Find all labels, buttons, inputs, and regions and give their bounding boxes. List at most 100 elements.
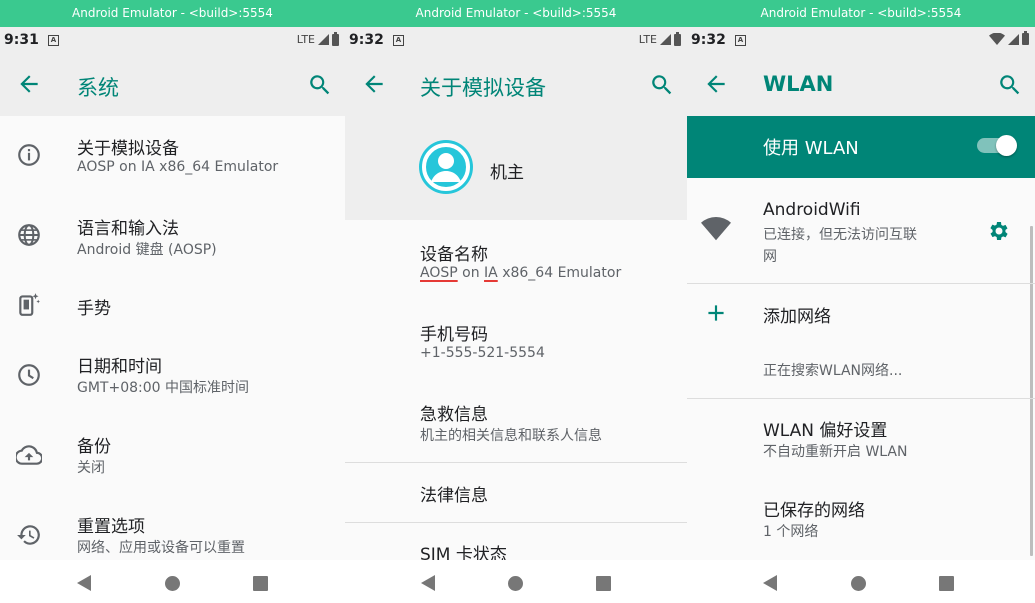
cell-signal-icon — [660, 34, 671, 45]
status-time: 9:32 — [349, 32, 384, 48]
wifi-status-icon — [989, 33, 1005, 45]
wlan-settings-panel: Android Emulator - <build>:5554 9:32 A W… — [687, 0, 1035, 603]
back-arrow-icon[interactable] — [703, 71, 729, 97]
item-title: SIM 卡状态 — [420, 545, 507, 560]
settings-item-about[interactable]: 关于模拟设备 AOSP on IA x86_64 Emulator — [0, 122, 345, 202]
item-title: 已保存的网络 — [763, 501, 865, 521]
item-subtitle: AOSP on IA x86_64 Emulator — [420, 265, 621, 281]
settings-item-reset[interactable]: 重置选项 网络、应用或设备可以重置 — [0, 502, 345, 560]
subtitle-part: on — [457, 265, 485, 281]
item-title: 手机号码 — [420, 325, 488, 345]
gesture-phone-icon — [19, 293, 41, 316]
cloud-upload-icon — [16, 445, 42, 465]
owner-name: 机主 — [490, 163, 524, 183]
item-subtitle: 不自动重新开启 WLAN — [763, 444, 908, 460]
item-title: 日期和时间 — [77, 357, 162, 377]
item-subtitle: Android 键盘 (AOSP) — [77, 242, 217, 258]
search-icon[interactable] — [649, 72, 675, 98]
nav-recents-icon[interactable] — [939, 576, 954, 591]
toggle-knob — [996, 135, 1017, 156]
wifi-signal-icon — [701, 217, 731, 241]
status-icons — [989, 31, 1029, 45]
status-bar: 9:32 A LTE — [345, 27, 687, 54]
emergency-info-item[interactable]: 急救信息 机主的相关信息和联系人信息 — [345, 388, 687, 458]
navigation-bar — [345, 560, 687, 603]
notification-a-icon: A — [393, 35, 404, 46]
system-settings-panel: Android Emulator - <build>:5554 9:31 A L… — [0, 0, 345, 603]
emulator-title: Android Emulator - <build>:5554 — [687, 0, 1035, 27]
emulator-title: Android Emulator - <build>:5554 — [0, 0, 345, 27]
status-time: 9:31 — [4, 32, 39, 48]
app-bar: 系统 — [0, 54, 345, 116]
restore-icon — [17, 525, 40, 545]
sim-status-item[interactable]: SIM 卡状态 — [345, 523, 687, 560]
item-subtitle: AOSP on IA x86_64 Emulator — [77, 159, 279, 175]
owner-profile[interactable]: 机主 — [345, 116, 687, 220]
battery-icon — [1022, 31, 1029, 45]
item-title: 法律信息 — [420, 486, 488, 506]
item-title: 关于模拟设备 — [77, 139, 179, 159]
nav-back-icon[interactable] — [421, 575, 435, 591]
divider — [687, 398, 1035, 399]
plus-icon — [708, 305, 724, 321]
saved-networks-item[interactable]: 已保存的网络 1 个网络 — [687, 484, 1035, 560]
gear-icon[interactable] — [987, 219, 1011, 243]
person-icon — [422, 143, 470, 191]
globe-icon — [18, 224, 40, 246]
nav-home-icon[interactable] — [165, 576, 180, 591]
spell-underlined-word: IA — [484, 265, 498, 281]
item-subtitle: GMT+08:00 中国标准时间 — [77, 380, 250, 396]
device-name-item[interactable]: 设备名称 AOSP on IA x86_64 Emulator — [345, 228, 687, 298]
back-arrow-icon[interactable] — [361, 71, 387, 97]
nav-back-icon[interactable] — [77, 575, 91, 591]
settings-item-backup[interactable]: 备份 关闭 — [0, 422, 345, 502]
item-subtitle: 关闭 — [77, 460, 105, 476]
page-title: 关于模拟设备 — [420, 76, 546, 100]
item-title: 添加网络 — [763, 307, 831, 327]
wlan-preferences-item[interactable]: WLAN 偏好设置 不自动重新开启 WLAN — [687, 404, 1035, 482]
wlan-toggle[interactable] — [977, 135, 1017, 156]
about-device-panel: Android Emulator - <build>:5554 9:32 A L… — [345, 0, 687, 603]
info-icon — [18, 144, 40, 166]
page-title: WLAN — [763, 72, 834, 96]
page-title: 系统 — [77, 76, 119, 100]
nav-recents-icon[interactable] — [253, 576, 268, 591]
cell-signal-icon — [1008, 33, 1019, 45]
nav-home-icon[interactable] — [508, 576, 523, 591]
use-wlan-bar[interactable]: 使用 WLAN — [687, 116, 1035, 178]
item-title: 备份 — [77, 437, 111, 457]
item-title: WLAN 偏好设置 — [763, 421, 888, 441]
app-bar: 关于模拟设备 — [345, 54, 687, 116]
notification-a-icon: A — [735, 35, 746, 46]
use-wlan-label: 使用 WLAN — [763, 138, 859, 159]
settings-item-datetime[interactable]: 日期和时间 GMT+08:00 中国标准时间 — [0, 342, 345, 422]
avatar — [419, 140, 473, 194]
status-time: 9:32 — [691, 32, 726, 48]
item-subtitle: +1-555-521-5554 — [420, 345, 545, 361]
back-arrow-icon[interactable] — [16, 71, 42, 97]
settings-item-language[interactable]: 语言和输入法 Android 键盘 (AOSP) — [0, 202, 345, 282]
notification-a-icon: A — [48, 35, 59, 46]
navigation-bar — [0, 560, 345, 603]
item-title: 急救信息 — [420, 405, 488, 425]
battery-icon — [332, 31, 339, 46]
phone-number-item[interactable]: 手机号码 +1-555-521-5554 — [345, 308, 687, 378]
nav-home-icon[interactable] — [851, 576, 866, 591]
status-bar: 9:31 A LTE — [0, 27, 345, 54]
legal-info-item[interactable]: 法律信息 — [345, 463, 687, 521]
item-title: 手势 — [77, 299, 111, 319]
wifi-network-item[interactable]: AndroidWifi 已连接，但无法访问互联 网 — [687, 182, 1035, 282]
item-subtitle: 机主的相关信息和联系人信息 — [420, 428, 602, 444]
add-network-item[interactable]: 添加网络 — [687, 284, 1035, 342]
nav-back-icon[interactable] — [763, 575, 777, 591]
cell-signal-icon — [318, 34, 329, 45]
spell-underlined-word: AOSP — [420, 265, 458, 281]
emulator-title: Android Emulator - <build>:5554 — [345, 0, 687, 27]
search-icon[interactable] — [997, 72, 1023, 98]
clock-icon — [18, 364, 40, 386]
network-type: LTE — [296, 33, 315, 46]
status-bar: 9:32 A — [687, 27, 1035, 54]
search-icon[interactable] — [307, 72, 333, 98]
nav-recents-icon[interactable] — [596, 576, 611, 591]
network-name: AndroidWifi — [763, 200, 861, 220]
